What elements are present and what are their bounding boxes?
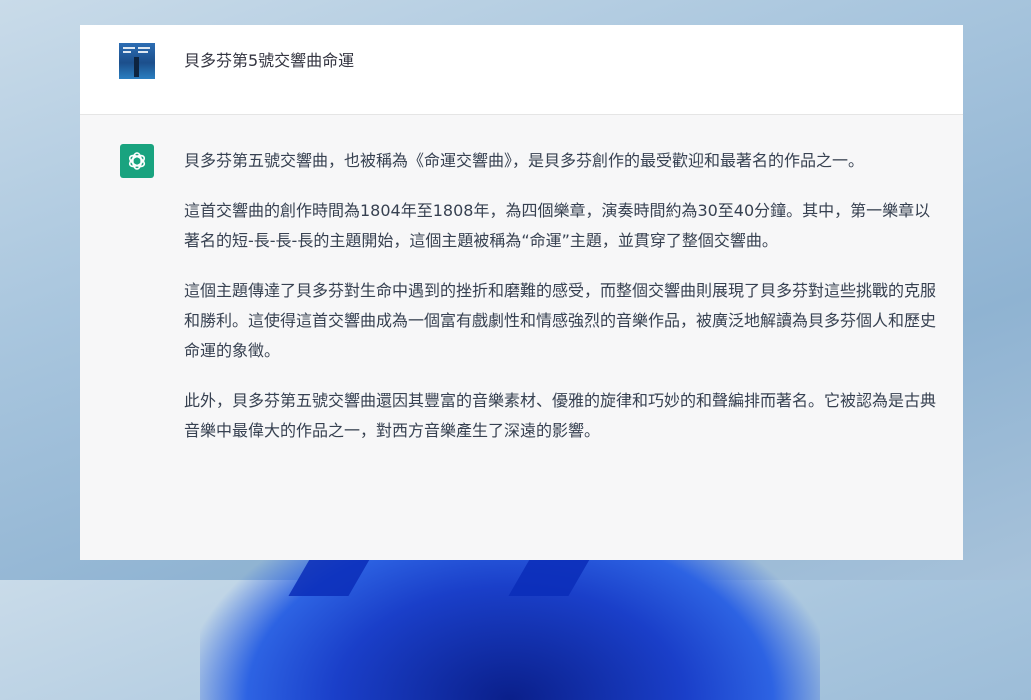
- assistant-message-row: 貝多芬第五號交響曲，也被稱為《命運交響曲》，是貝多芬創作的最受歡迎和最著名的作品…: [80, 115, 963, 560]
- assistant-paragraph: 這首交響曲的創作時間為1804年至1808年，為四個樂章，演奏時間約為30至40…: [184, 201, 931, 250]
- user-message-text: 貝多芬第5號交響曲命運: [184, 51, 355, 70]
- user-avatar: [119, 43, 155, 79]
- assistant-message-text: 貝多芬第五號交響曲，也被稱為《命運交響曲》，是貝多芬創作的最受歡迎和最著名的作品…: [184, 146, 936, 466]
- user-message-row: 貝多芬第5號交響曲命運: [80, 25, 963, 115]
- assistant-paragraph: 這個主題傳達了貝多芬對生命中遇到的挫折和磨難的感受，而整個交響曲則展現了貝多芬對…: [184, 281, 937, 360]
- chat-panel: 貝多芬第5號交響曲命運 貝多芬第五號交響曲，也被稱為《命運交響曲》，是貝多芬創作…: [80, 25, 963, 560]
- assistant-paragraph: 此外，貝多芬第五號交響曲還因其豐富的音樂素材、優雅的旋律和巧妙的和聲編排而著名。…: [184, 391, 937, 440]
- openai-logo-icon: [120, 144, 154, 178]
- assistant-paragraph: 貝多芬第五號交響曲，也被稱為《命運交響曲》，是貝多芬創作的最受歡迎和最著名的作品…: [184, 151, 865, 170]
